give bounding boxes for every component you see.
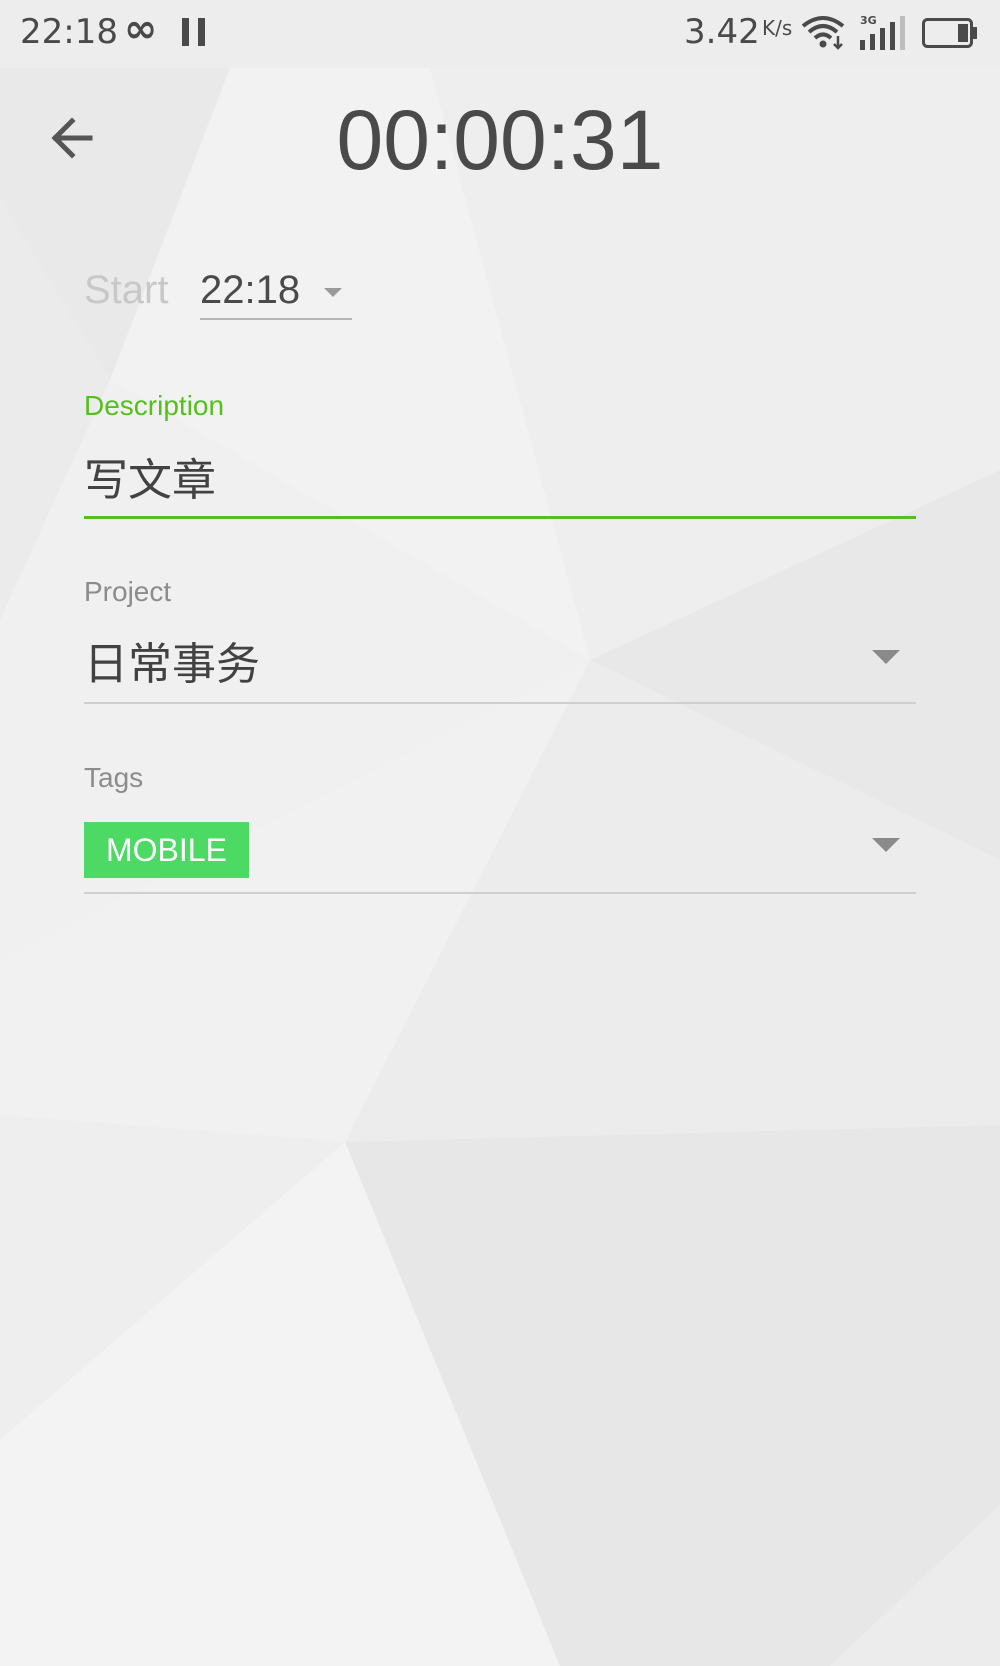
tags-label: Tags [84, 762, 144, 793]
description-label: Description [84, 390, 225, 421]
back-button[interactable] [44, 108, 104, 168]
project-dropdown[interactable]: 日常事务 [84, 626, 916, 704]
start-time-value: 22:18 [200, 268, 301, 312]
network-speed-unit: K/s [762, 16, 793, 40]
tags-dropdown[interactable]: MOBILE [84, 816, 916, 894]
dropdown-arrow-icon [872, 650, 900, 664]
timer-edit-screen: 00:00:31 Start 22:18 Description 写文章 Pro… [0, 0, 1000, 1666]
timer-display: 00:00:31 [336, 93, 664, 187]
description-value: 写文章 [84, 455, 216, 506]
infinity-icon: ∞ [124, 6, 158, 52]
status-bar: 22:18 ∞ 3.42 K/s 3G [0, 0, 1000, 68]
signal-icon [860, 16, 905, 50]
description-field[interactable]: 写文章 [84, 440, 916, 519]
battery-icon [922, 18, 977, 48]
dropdown-arrow-icon [872, 838, 900, 852]
wifi-icon [801, 16, 845, 50]
project-label: Project [84, 576, 172, 607]
pause-icon [182, 18, 208, 46]
caret-down-icon [324, 288, 342, 297]
status-time: 22:18 [20, 12, 118, 52]
arrow-left-icon [51, 117, 93, 159]
start-time-picker[interactable]: 22:18 [200, 262, 352, 320]
tag-chip[interactable]: MOBILE [84, 822, 249, 878]
network-speed: 3.42 [684, 12, 760, 52]
project-value: 日常事务 [84, 639, 260, 690]
start-label: Start [84, 268, 169, 312]
